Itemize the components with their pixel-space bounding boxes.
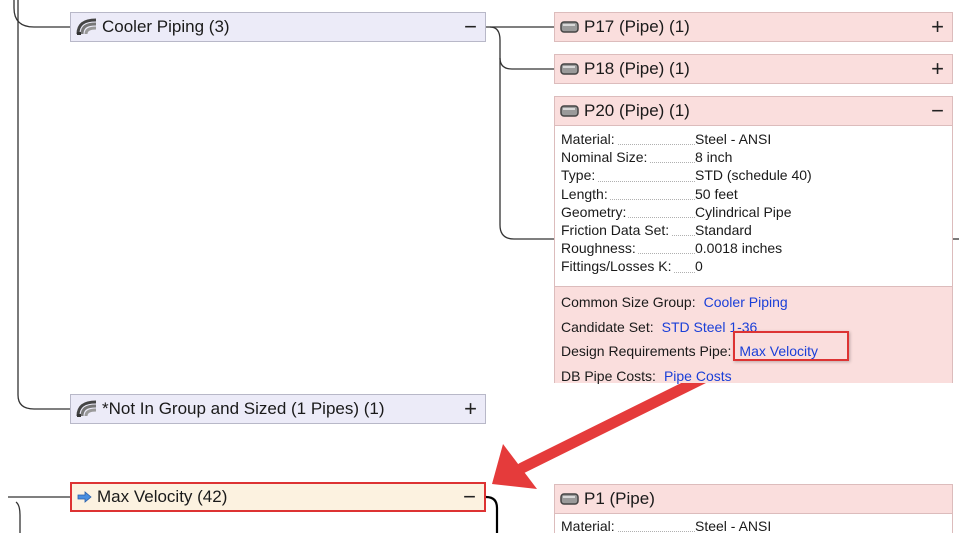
property-value: Cylindrical Pipe bbox=[695, 203, 792, 220]
group-label: *Not In Group and Sized (1 Pipes) (1) bbox=[102, 399, 385, 418]
p1-details-panel: Material: Steel - ANSI bbox=[554, 514, 953, 533]
property-value: STD (schedule 40) bbox=[695, 167, 812, 184]
property-value: 0 bbox=[695, 258, 703, 275]
pipe-icon bbox=[560, 492, 580, 506]
property-row: Material: Steel - ANSI bbox=[555, 130, 952, 148]
pipe-label: P18 (Pipe) (1) bbox=[584, 59, 690, 78]
collapse-button[interactable]: − bbox=[463, 484, 476, 510]
link-key: Common Size Group: bbox=[561, 294, 696, 311]
property-value: 0.0018 inches bbox=[695, 240, 783, 257]
pipe-icon bbox=[560, 20, 580, 34]
pipe-node-p17[interactable]: P17 (Pipe) (1) + bbox=[554, 12, 953, 42]
pipe-group-icon bbox=[76, 400, 98, 418]
db-pipe-costs-link[interactable]: Pipe Costs bbox=[664, 368, 732, 384]
group-cooler-piping[interactable]: Cooler Piping (3) − bbox=[70, 12, 486, 42]
group-label: Cooler Piping (3) bbox=[102, 17, 230, 36]
property-row: Length: 50 feet bbox=[555, 185, 952, 203]
expand-button[interactable]: + bbox=[931, 55, 944, 83]
property-key: Type: bbox=[561, 167, 598, 184]
property-key: Material: bbox=[561, 518, 617, 533]
link-key: DB Pipe Costs: bbox=[561, 367, 656, 384]
requirement-max-velocity[interactable]: Max Velocity (42) − bbox=[70, 482, 486, 512]
pipe-icon bbox=[560, 104, 580, 118]
link-key: Candidate Set: bbox=[561, 318, 654, 335]
link-row: Common Size Group: Cooler Piping bbox=[561, 290, 952, 315]
property-row: Material: Steel - ANSI bbox=[555, 514, 952, 533]
common-size-group-link[interactable]: Cooler Piping bbox=[704, 294, 788, 310]
requirement-label: Max Velocity (42) bbox=[97, 487, 228, 506]
pipe-node-p1[interactable]: P1 (Pipe) bbox=[554, 484, 953, 514]
arrow-right-icon bbox=[77, 491, 93, 503]
property-value: 50 feet bbox=[695, 185, 738, 202]
link-key: Design Requirements Pipe: bbox=[561, 343, 732, 360]
property-value: Steel - ANSI bbox=[695, 518, 772, 533]
highlight-box bbox=[733, 331, 849, 361]
property-key: Fittings/Losses K: bbox=[561, 258, 674, 275]
pipe-icon bbox=[560, 62, 580, 76]
property-key: Friction Data Set: bbox=[561, 221, 672, 238]
collapse-button[interactable]: − bbox=[931, 97, 944, 125]
pipe-label: P20 (Pipe) (1) bbox=[584, 101, 690, 120]
pipe-node-p20[interactable]: P20 (Pipe) (1) − bbox=[554, 96, 953, 126]
property-value: 8 inch bbox=[695, 149, 733, 166]
properties-section: Material: Steel - ANSI Nominal Size: 8 i… bbox=[555, 126, 952, 286]
pipe-node-p18[interactable]: P18 (Pipe) (1) + bbox=[554, 54, 953, 84]
property-row: Nominal Size: 8 inch bbox=[555, 148, 952, 166]
pipe-group-icon bbox=[76, 18, 98, 36]
property-key: Material: bbox=[561, 131, 617, 147]
expand-button[interactable]: + bbox=[931, 13, 944, 41]
collapse-button[interactable]: − bbox=[464, 13, 477, 41]
property-key: Roughness: bbox=[561, 240, 638, 257]
property-row: Roughness: 0.0018 inches bbox=[555, 239, 952, 257]
property-row: Type: STD (schedule 40) bbox=[555, 166, 952, 184]
property-key: Geometry: bbox=[561, 203, 629, 220]
link-row: DB Pipe Costs: Pipe Costs bbox=[561, 364, 952, 389]
property-row: Fittings/Losses K: 0 bbox=[555, 257, 952, 275]
property-value: Standard bbox=[695, 221, 752, 238]
group-not-in-group[interactable]: *Not In Group and Sized (1 Pipes) (1) + bbox=[70, 394, 486, 424]
pipe-label: P17 (Pipe) (1) bbox=[584, 17, 690, 36]
property-key: Nominal Size: bbox=[561, 149, 650, 166]
pipe-label: P1 (Pipe) bbox=[584, 489, 655, 508]
property-key: Length: bbox=[561, 185, 610, 202]
property-row: Friction Data Set: Standard bbox=[555, 221, 952, 239]
expand-button[interactable]: + bbox=[464, 395, 477, 423]
property-value: Steel - ANSI bbox=[695, 131, 772, 147]
property-row: Geometry: Cylindrical Pipe bbox=[555, 203, 952, 221]
